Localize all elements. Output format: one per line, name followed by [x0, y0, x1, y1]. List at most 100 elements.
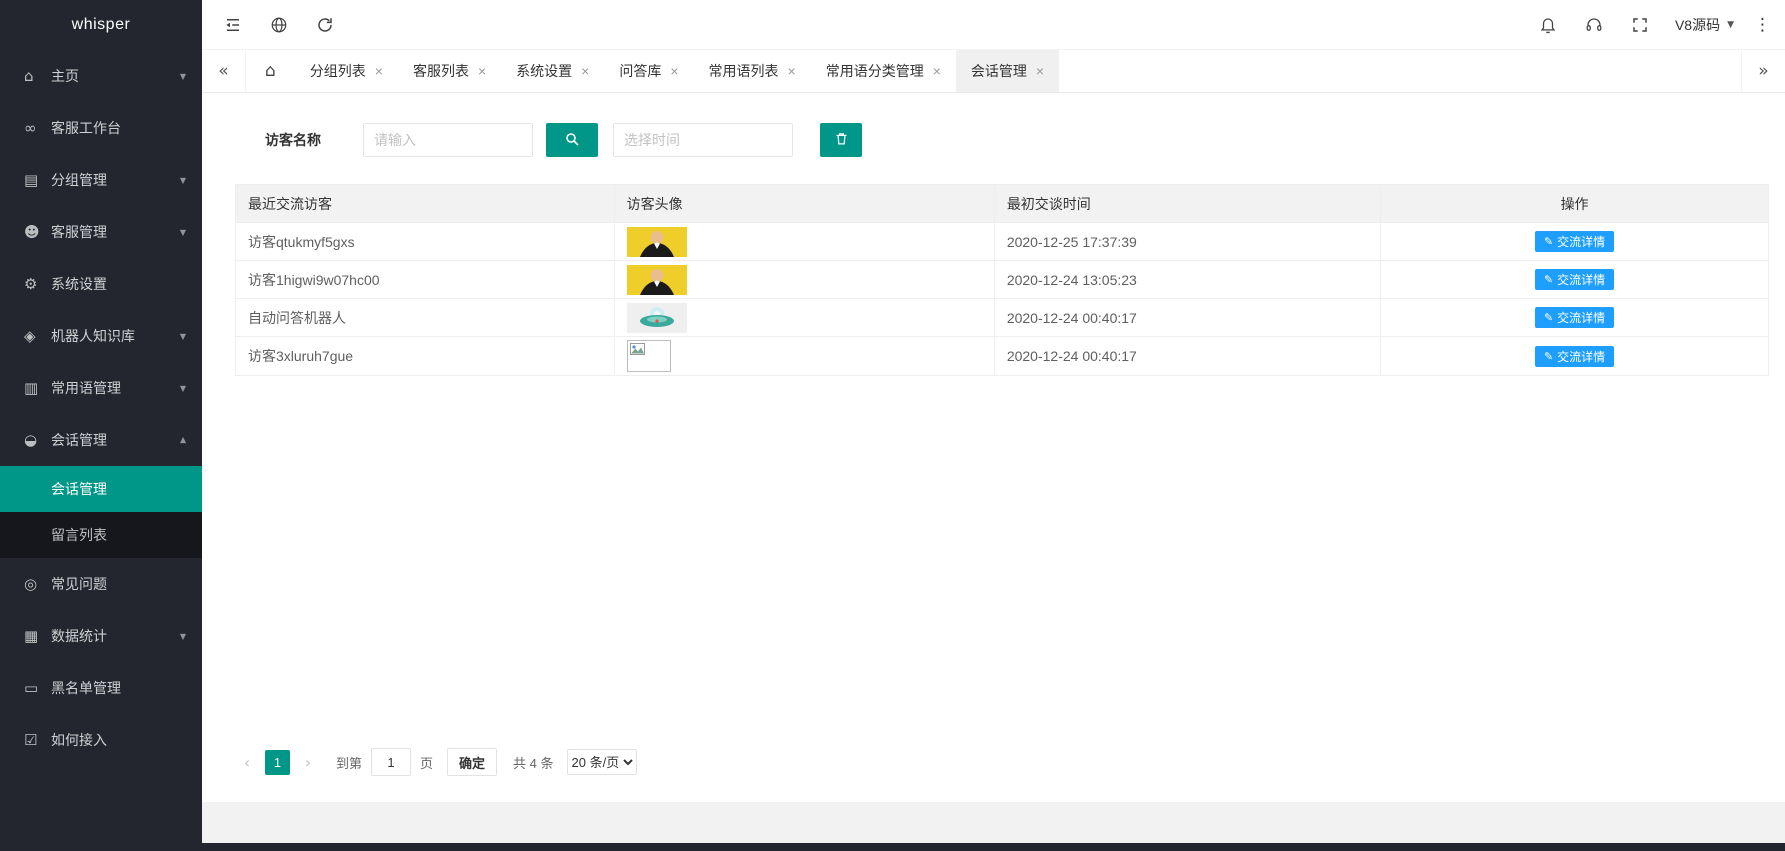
- sidebar-item-7[interactable]: ◒会话管理▼: [0, 414, 202, 466]
- user-menu[interactable]: V8源码 ▼: [1663, 0, 1746, 49]
- visitor-avatar-cell: [614, 261, 994, 299]
- sidebar-item-0[interactable]: ⌂主页▼: [0, 50, 202, 102]
- tabbar: « ⌂分组列表×客服列表×系统设置×问答库×常用语列表×常用语分类管理×会话管理…: [202, 50, 1785, 93]
- sidebar-item-2[interactable]: ▤分组管理▼: [0, 154, 202, 206]
- more-options-icon[interactable]: ⋮: [1746, 15, 1775, 35]
- tab-5[interactable]: 常用语列表×: [694, 50, 811, 92]
- tab-close-icon[interactable]: ×: [1036, 64, 1044, 78]
- table-row-3: 访客3xluruh7gue2020-12-24 00:40:17✎交流详情: [236, 337, 1769, 376]
- table-row-1: 访客1higwi9w07hc00 2020-12-24 13:05:23 ✎ 交流详情: [236, 261, 1769, 299]
- sidebar-subitem-0[interactable]: 会话管理: [0, 466, 202, 512]
- search-button[interactable]: [546, 123, 598, 157]
- tab-label: 问答库: [619, 61, 661, 81]
- visitor-name: 自动问答机器人: [236, 299, 615, 337]
- tab-label: 客服列表: [413, 61, 469, 81]
- visitor-name-input[interactable]: [363, 123, 533, 157]
- edit-pencil-icon: ✎: [1544, 350, 1553, 363]
- tab-close-icon[interactable]: ×: [581, 64, 589, 78]
- tab-2[interactable]: 客服列表 ×: [398, 50, 501, 92]
- confirm-button[interactable]: 确定: [447, 748, 497, 776]
- knowledge-icon: ◈: [24, 327, 51, 345]
- tabs-scroll-left-icon[interactable]: «: [202, 50, 246, 92]
- next-page-button[interactable]: ›: [296, 749, 320, 775]
- sidebar-item-1[interactable]: ∞客服工作台: [0, 102, 202, 154]
- page-unit-label: 页: [420, 753, 433, 772]
- tabs-scroll-right-icon[interactable]: »: [1741, 50, 1785, 92]
- chevron-down-icon: ▼: [180, 228, 186, 237]
- delete-button[interactable]: [820, 123, 862, 157]
- chat-detail-label: 交流详情: [1557, 233, 1605, 250]
- first-chat-time: 2020-12-24 13:05:23: [994, 261, 1380, 299]
- tab-1[interactable]: 分组列表 ×: [295, 50, 398, 92]
- main-area: V8源码 ▼ ⋮ « ⌂分组列表×客服列表×系统设置×问答库×常用语列表×常用语…: [202, 0, 1785, 843]
- sidebar-item-4[interactable]: ⚙系统设置: [0, 258, 202, 310]
- tab-7[interactable]: 会话管理×: [956, 50, 1059, 92]
- edit-pencil-icon: ✎: [1544, 273, 1553, 286]
- workbench-icon: ∞: [24, 119, 51, 137]
- sidebar-item-6[interactable]: ▥常用语管理▼: [0, 362, 202, 414]
- chat-detail-button[interactable]: ✎ 交流详情: [1535, 231, 1614, 252]
- home-icon: ⌂: [24, 67, 51, 85]
- visitor-avatar-image: [627, 265, 687, 295]
- chat-detail-label: 交流详情: [1557, 348, 1605, 365]
- tab-close-icon[interactable]: ×: [933, 64, 941, 78]
- sidebar-item-3[interactable]: ☻客服管理▼: [0, 206, 202, 258]
- refresh-icon[interactable]: [302, 0, 348, 49]
- page-size-select[interactable]: 20 条/页: [567, 749, 637, 775]
- chevron-down-icon: ▼: [180, 176, 186, 185]
- collapse-sidebar-icon[interactable]: [210, 0, 256, 49]
- sidebar-item-11[interactable]: ☑如何接入: [0, 714, 202, 766]
- chevron-down-icon: ▼: [180, 384, 186, 393]
- tab-6[interactable]: 常用语分类管理 ×: [811, 50, 956, 92]
- sidebar-item-10[interactable]: ▭黑名单管理: [0, 662, 202, 714]
- sidebar-item-9[interactable]: ▦数据统计▼: [0, 610, 202, 662]
- tabs-list: ⌂分组列表×客服列表×系统设置×问答库×常用语列表×常用语分类管理×会话管理×: [246, 50, 1059, 92]
- sidebar-subitem-1[interactable]: 留言列表: [0, 512, 202, 558]
- chat-detail-button[interactable]: ✎ 交流详情: [1535, 346, 1614, 367]
- sidebar-item-label: 如何接入: [51, 730, 186, 750]
- customer-service-headset-icon[interactable]: [1571, 0, 1617, 49]
- sidebar-item-label: 常用语管理: [51, 378, 180, 398]
- topbar-right: V8源码 ▼ ⋮: [1525, 0, 1775, 49]
- visitor-name: 访客1higwi9w07hc00: [236, 261, 615, 299]
- date-range-input[interactable]: [613, 123, 793, 157]
- sidebar-item-label: 主页: [51, 66, 180, 86]
- prev-page-button[interactable]: ‹: [235, 749, 259, 775]
- tab-label: 分组列表: [310, 61, 366, 81]
- tab-3[interactable]: 系统设置×: [501, 50, 604, 92]
- column-header-3: 操作: [1381, 185, 1769, 223]
- sidebar-item-8[interactable]: ◎常见问题: [0, 558, 202, 610]
- sidebar-item-5[interactable]: ◈机器人知识库▼: [0, 310, 202, 362]
- sidebar-item-label: 分组管理: [51, 170, 180, 190]
- chat-detail-button[interactable]: ✎交流详情: [1535, 307, 1614, 328]
- tab-label: 常用语分类管理: [826, 61, 924, 81]
- notifications-bell-icon[interactable]: [1525, 0, 1571, 49]
- goto-page-input[interactable]: [371, 748, 411, 776]
- visitor-avatar-cell: [614, 223, 994, 261]
- visitor-name: 访客qtukmyf5gxs: [236, 223, 615, 261]
- edit-pencil-icon: ✎: [1544, 235, 1553, 248]
- globe-icon[interactable]: [256, 0, 302, 49]
- first-chat-time: 2020-12-25 17:37:39: [994, 223, 1380, 261]
- visitor-avatar-cell: [614, 337, 994, 376]
- tab-close-icon[interactable]: ×: [478, 64, 486, 78]
- tab-close-icon[interactable]: ×: [375, 64, 383, 78]
- visitor-name-label: 访客名称: [265, 130, 321, 150]
- table-row-2: 自动问答机器人2020-12-24 00:40:17✎交流详情: [236, 299, 1769, 337]
- chat-detail-label: 交流详情: [1557, 271, 1605, 288]
- table-row-0: 访客qtukmyf5gxs 2020-12-25 17:37:39 ✎ 交流详情: [236, 223, 1769, 261]
- column-header-0: 最近交流访客: [236, 185, 615, 223]
- sidebar-submenu: 会话管理留言列表: [0, 466, 202, 558]
- tab-home[interactable]: ⌂: [246, 50, 295, 92]
- current-page-button[interactable]: 1: [265, 750, 290, 775]
- sidebar-item-label: 黑名单管理: [51, 678, 186, 698]
- tab-close-icon[interactable]: ×: [788, 64, 796, 78]
- tab-4[interactable]: 问答库 ×: [604, 50, 693, 92]
- tab-close-icon[interactable]: ×: [670, 64, 678, 78]
- row-actions-cell: ✎ 交流详情: [1381, 223, 1769, 261]
- fullscreen-icon[interactable]: [1617, 0, 1663, 49]
- group-icon: ▤: [24, 171, 51, 189]
- chat-detail-button[interactable]: ✎ 交流详情: [1535, 269, 1614, 290]
- sidebar-item-label: 机器人知识库: [51, 326, 180, 346]
- search-icon: [564, 131, 580, 150]
